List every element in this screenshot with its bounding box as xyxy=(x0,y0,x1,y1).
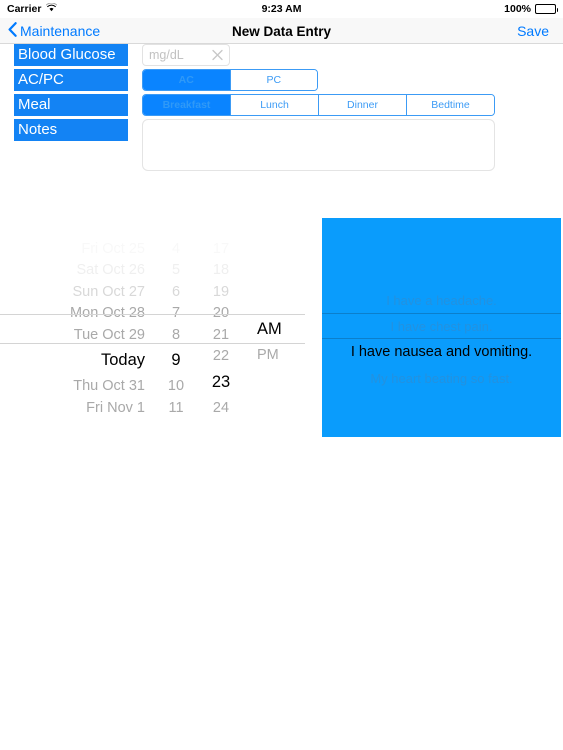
picker-item[interactable]: 18 xyxy=(197,260,245,282)
picker-item[interactable]: Fri Oct 25 xyxy=(0,238,155,260)
form-row-acpc: AC/PC AC PC xyxy=(0,69,563,91)
picker-item-selected-date[interactable]: Today xyxy=(0,346,155,376)
picker-item[interactable]: 4 xyxy=(155,238,197,260)
blood-glucose-input-wrapper[interactable] xyxy=(142,44,230,66)
page-title: New Data Entry xyxy=(231,23,332,39)
notes-textarea[interactable] xyxy=(142,119,495,171)
picker-item-selected-hour[interactable]: 9 xyxy=(155,346,197,376)
status-bar: Carrier 9:23 AM 100% xyxy=(0,0,563,18)
form-row-notes: Notes xyxy=(0,119,563,171)
picker-item[interactable]: 8 xyxy=(155,324,197,346)
picker-item[interactable]: 20 xyxy=(197,303,245,325)
status-bar-right: 100% xyxy=(504,3,558,15)
picker-item[interactable]: 19 xyxy=(197,281,245,303)
picker-item-selected-minute[interactable]: 23 xyxy=(197,367,245,397)
symptom-picker[interactable]: I have a headache. I have chest pain. I … xyxy=(322,218,561,437)
meal-segmented-control[interactable]: Breakfast Lunch Dinner Bedtime xyxy=(142,94,495,116)
meal-segment-dinner[interactable]: Dinner xyxy=(319,95,407,115)
picker-item[interactable]: Sun Oct 27 xyxy=(0,281,155,303)
status-bar-clock: 9:23 AM xyxy=(261,3,302,15)
data-entry-form: Blood Glucose AC/PC AC PC Meal Brea xyxy=(0,44,563,174)
picker-item[interactable]: 24 xyxy=(197,397,245,419)
picker-item[interactable]: Sat Nov 2 xyxy=(0,419,155,421)
picker-item[interactable]: 6 xyxy=(155,281,197,303)
navigation-bar: Maintenance New Data Entry Save xyxy=(0,18,563,44)
picker-column-ampm[interactable]: AM PM xyxy=(245,238,305,420)
acpc-segment-ac[interactable]: AC xyxy=(143,70,231,90)
symptom-item[interactable]: My heart beating so fast. xyxy=(322,365,561,391)
app-root: Carrier 9:23 AM 100% Maintenance New Dat… xyxy=(0,0,563,750)
picker-item[interactable]: 21 xyxy=(197,324,245,346)
symptom-item[interactable]: I have a headache. xyxy=(322,287,561,313)
picker-item[interactable]: Tue Oct 29 xyxy=(0,324,155,346)
symptom-item[interactable]: I have chest pain. xyxy=(322,313,561,339)
symptom-list: I have a headache. I have chest pain. I … xyxy=(322,287,561,391)
clear-x-icon[interactable] xyxy=(212,49,223,61)
picker-item[interactable]: 25 xyxy=(197,419,245,421)
form-row-blood-glucose: Blood Glucose xyxy=(0,44,563,66)
picker-item[interactable]: PM xyxy=(245,344,305,366)
symptom-item-selected[interactable]: I have nausea and vomiting. xyxy=(322,339,561,365)
picker-item[interactable]: 10 xyxy=(155,376,197,398)
meal-segment-bedtime[interactable]: Bedtime xyxy=(407,95,494,115)
picker-item[interactable]: 22 xyxy=(197,346,245,368)
acpc-label: AC/PC xyxy=(14,69,128,91)
picker-column-minute[interactable]: 17 18 19 20 21 22 23 24 25 26 27 28 xyxy=(197,238,245,420)
meal-label: Meal xyxy=(14,94,128,116)
meal-segment-breakfast[interactable]: Breakfast xyxy=(143,95,231,115)
picker-item[interactable]: Sat Oct 26 xyxy=(0,260,155,282)
picker-item[interactable]: 7 xyxy=(155,303,197,325)
picker-item[interactable]: 5 xyxy=(155,260,197,282)
save-button[interactable]: Save xyxy=(517,18,549,44)
picker-item[interactable]: Fri Nov 1 xyxy=(0,397,155,419)
date-time-picker[interactable]: Fri Oct 25 Sat Oct 26 Sun Oct 27 Mon Oct… xyxy=(0,238,305,420)
picker-item[interactable]: 17 xyxy=(197,238,245,260)
picker-item[interactable]: Thu Oct 31 xyxy=(0,376,155,398)
form-row-meal: Meal Breakfast Lunch Dinner Bedtime xyxy=(0,94,563,116)
picker-columns: Fri Oct 25 Sat Oct 26 Sun Oct 27 Mon Oct… xyxy=(0,238,305,420)
picker-item-selected-ampm[interactable]: AM xyxy=(245,314,305,344)
picker-item[interactable]: 11 xyxy=(155,397,197,419)
acpc-segment-pc[interactable]: PC xyxy=(230,70,317,90)
picker-column-hour[interactable]: 4 5 6 7 8 9 10 11 12 1 2 xyxy=(155,238,197,420)
picker-item[interactable]: Mon Oct 28 xyxy=(0,303,155,325)
picker-item[interactable]: 12 xyxy=(155,419,197,421)
battery-percent-label: 100% xyxy=(504,3,531,15)
notes-label: Notes xyxy=(14,119,128,141)
battery-icon xyxy=(535,4,558,14)
blood-glucose-label: Blood Glucose xyxy=(14,44,128,66)
meal-segment-lunch[interactable]: Lunch xyxy=(231,95,319,115)
picker-column-date[interactable]: Fri Oct 25 Sat Oct 26 Sun Oct 27 Mon Oct… xyxy=(0,238,155,420)
acpc-segmented-control[interactable]: AC PC xyxy=(142,69,318,91)
